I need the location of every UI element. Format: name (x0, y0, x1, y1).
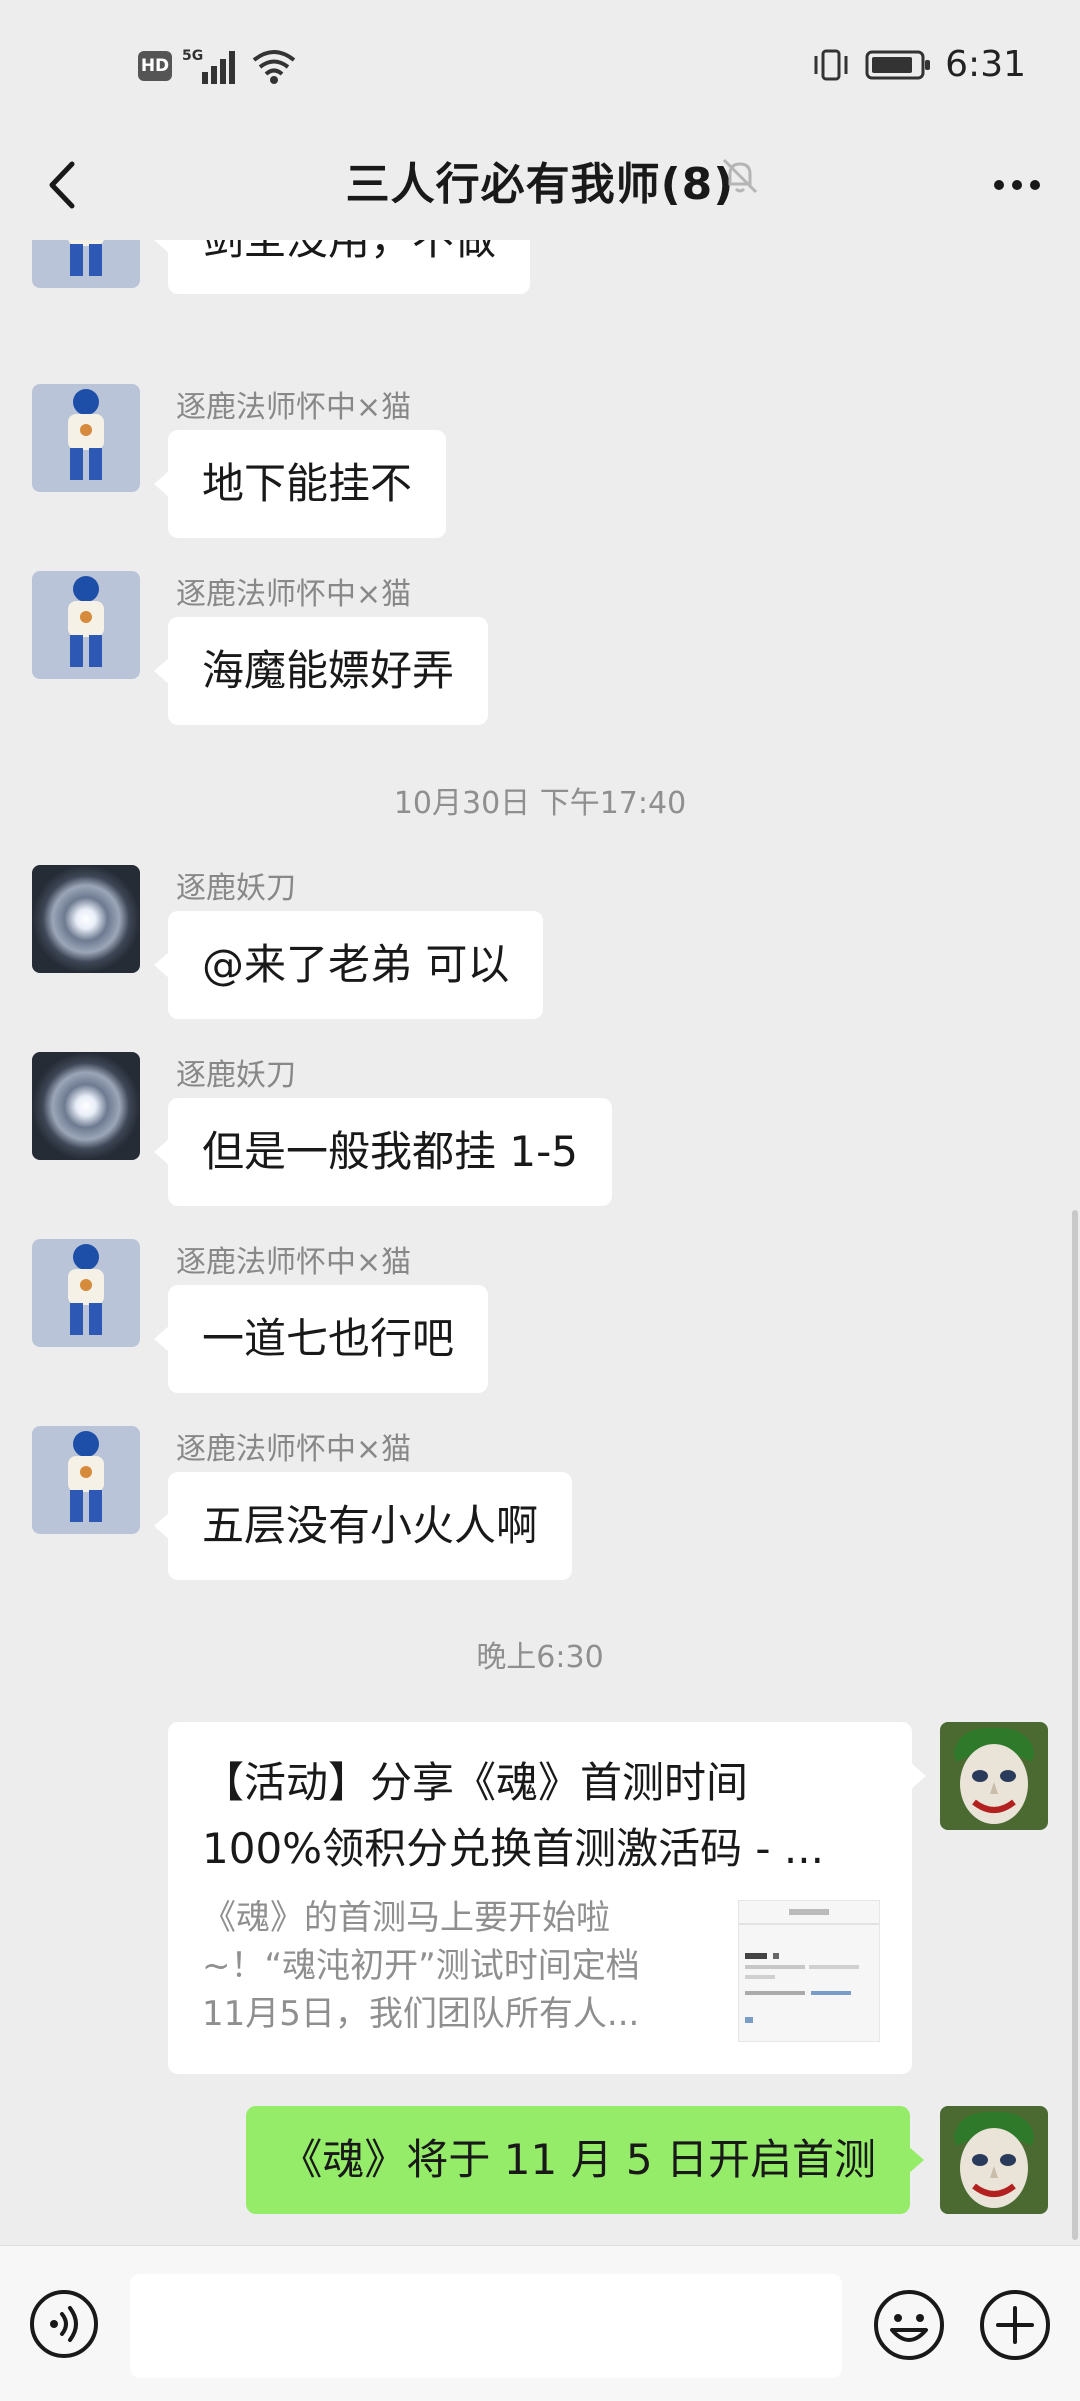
child-avatar-icon (32, 240, 140, 288)
sender-name: 逐鹿法师怀中×猫 (176, 1432, 412, 1467)
message-bubble[interactable]: 剑圣没用，不做 (153, 240, 531, 294)
link-card[interactable]: 【活动】分享《魂》首测时间 100%领积分兑换首测激活码 - ... 《魂》的首… (168, 1722, 926, 2074)
voice-input-icon[interactable] (28, 2288, 100, 2360)
avatar[interactable] (32, 571, 140, 679)
child-avatar-icon (32, 1239, 140, 1347)
more-functions-icon[interactable] (978, 2288, 1052, 2362)
sun-halo-avatar-icon (32, 865, 140, 973)
link-card-title: 【活动】分享《魂》首测时间 100%领积分兑换首测激活码 - ... (202, 1758, 824, 1873)
avatar[interactable] (32, 240, 140, 288)
avatar[interactable] (32, 1426, 140, 1534)
clock: 6:31 (945, 44, 1026, 85)
message-bubble[interactable]: 海魔能嫖好弄 (153, 617, 489, 725)
timestamp: 晚上6:30 (476, 1640, 604, 1675)
wifi-icon (252, 50, 296, 84)
input-bar (0, 2245, 1080, 2401)
hd-badge: HD (138, 51, 172, 81)
emoji-icon[interactable] (872, 2288, 946, 2362)
timestamp: 10月30日 下午17:40 (393, 786, 687, 821)
sender-name: 逐鹿法师怀中×猫 (176, 390, 412, 425)
message-input[interactable] (130, 2274, 842, 2378)
sender-name: 逐鹿妖刀 (176, 871, 296, 906)
chat-header: 三人行必有我师(8) (0, 130, 1080, 245)
avatar[interactable] (32, 1239, 140, 1347)
sender-name: 逐鹿妖刀 (176, 1058, 296, 1093)
network-type-label: 5G (182, 48, 203, 64)
message-bubble[interactable]: 但是一般我都挂 1-5 (154, 1098, 612, 1206)
message-bubble[interactable]: 一道七也行吧 (153, 1285, 489, 1393)
joker-avatar-icon (940, 1722, 1048, 1830)
chat-title: 三人行必有我师(8) (345, 159, 735, 210)
chat-message-list[interactable]: 剑圣没用，不做 逐鹿法师怀中×猫 地下能挂不 (0, 240, 1080, 2245)
link-card-thumbnail (738, 1900, 880, 2042)
vibrate-icon (814, 49, 848, 80)
my-avatar[interactable] (940, 1722, 1048, 1830)
more-options-icon[interactable] (984, 152, 1050, 218)
sun-halo-avatar-icon (32, 1052, 140, 1160)
avatar[interactable] (32, 384, 140, 492)
sender-name: 逐鹿法师怀中×猫 (176, 577, 412, 612)
joker-avatar-icon (940, 2106, 1048, 2214)
child-avatar-icon (32, 1426, 140, 1534)
avatar[interactable] (32, 865, 140, 973)
my-message-bubble[interactable]: 《魂》将于 11 月 5 日开启首测 (246, 2106, 924, 2214)
muted-bell-icon (722, 158, 758, 194)
avatar[interactable] (32, 1052, 140, 1160)
link-card-description: 《魂》的首测马上要开始啦 ~！“魂沌初开”测试时间定档 11月5日，我们团队所有… (202, 1898, 640, 2034)
status-bar: HD 5G 6:31 (0, 0, 1080, 130)
message-bubble[interactable]: @来了老弟 可以 (153, 911, 544, 1019)
battery-icon (865, 50, 931, 79)
cellular-signal-icon: 5G (182, 48, 235, 84)
chat-scrollbar[interactable] (1072, 1210, 1078, 2240)
sender-name: 逐鹿法师怀中×猫 (176, 1245, 412, 1280)
message-bubble[interactable]: 地下能挂不 (153, 430, 447, 538)
message-bubble[interactable]: 五层没有小火人啊 (153, 1472, 573, 1580)
child-avatar-icon (32, 571, 140, 679)
my-avatar[interactable] (940, 2106, 1048, 2214)
child-avatar-icon (32, 384, 140, 492)
